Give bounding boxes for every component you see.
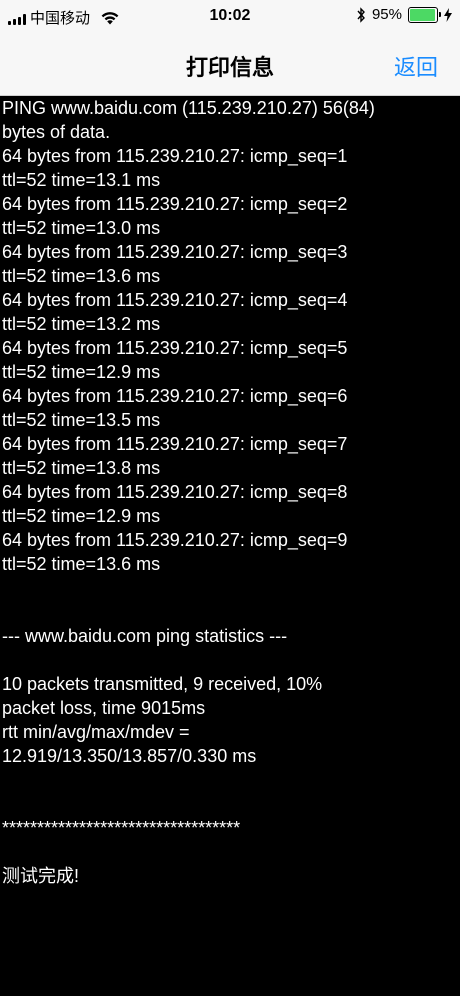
- charging-icon: [444, 7, 452, 22]
- page-title: 打印信息: [185, 55, 274, 80]
- console-line: 测试完成!: [2, 866, 80, 886]
- console-line: ttl=52 time=12.9 ms: [2, 362, 161, 382]
- console-line: 64 bytes from 115.239.210.27: icmp_seq=2: [2, 194, 348, 214]
- console-line: ttl=52 time=13.0 ms: [2, 218, 161, 238]
- console-line: 64 bytes from 115.239.210.27: icmp_seq=6: [2, 386, 348, 406]
- bluetooth-icon: [357, 6, 365, 23]
- console-line: 12.919/13.350/13.857/0.330 ms: [2, 746, 257, 766]
- console-line: packet loss, time 9015ms: [2, 698, 206, 718]
- back-button[interactable]: 返回: [394, 50, 438, 82]
- console-line: ttl=52 time=13.8 ms: [2, 458, 161, 478]
- console-line: 10 packets transmitted, 9 received, 10%: [2, 674, 323, 694]
- console-line: ttl=52 time=12.9 ms: [2, 506, 161, 526]
- console-line: ttl=52 time=13.5 ms: [2, 410, 161, 430]
- console-line: ttl=52 time=13.6 ms: [2, 554, 161, 574]
- console-line: **********************************: [2, 818, 241, 838]
- console-line: ttl=52 time=13.2 ms: [2, 314, 161, 334]
- console-line: 64 bytes from 115.239.210.27: icmp_seq=3: [2, 242, 348, 262]
- console-line: 64 bytes from 115.239.210.27: icmp_seq=9: [2, 530, 348, 550]
- console-line: --- www.baidu.com ping statistics ---: [2, 626, 288, 646]
- battery-percent: 95%: [371, 6, 402, 23]
- console-line: 64 bytes from 115.239.210.27: icmp_seq=8: [2, 482, 348, 502]
- ping-output-console[interactable]: PING www.baidu.com (115.239.210.27) 56(8…: [0, 96, 460, 996]
- navigation-bar: 打印信息 返回: [0, 34, 460, 96]
- battery-icon: [408, 6, 441, 23]
- status-bar: 中国移动 10:02 95%: [0, 0, 460, 34]
- console-line: 64 bytes from 115.239.210.27: icmp_seq=5: [2, 338, 348, 358]
- console-line: ttl=52 time=13.6 ms: [2, 266, 161, 286]
- console-line: 64 bytes from 115.239.210.27: icmp_seq=1: [2, 146, 348, 166]
- console-line: ttl=52 time=13.1 ms: [2, 170, 161, 190]
- console-line: bytes of data.: [2, 122, 111, 142]
- console-line: 64 bytes from 115.239.210.27: icmp_seq=7: [2, 434, 348, 454]
- console-line: rtt min/avg/max/mdev =: [2, 722, 190, 742]
- status-right-group: 95%: [356, 6, 452, 23]
- console-line: PING www.baidu.com (115.239.210.27) 56(8…: [2, 98, 375, 118]
- battery-level-fill: [410, 8, 435, 21]
- console-line: 64 bytes from 115.239.210.27: icmp_seq=4: [2, 290, 348, 310]
